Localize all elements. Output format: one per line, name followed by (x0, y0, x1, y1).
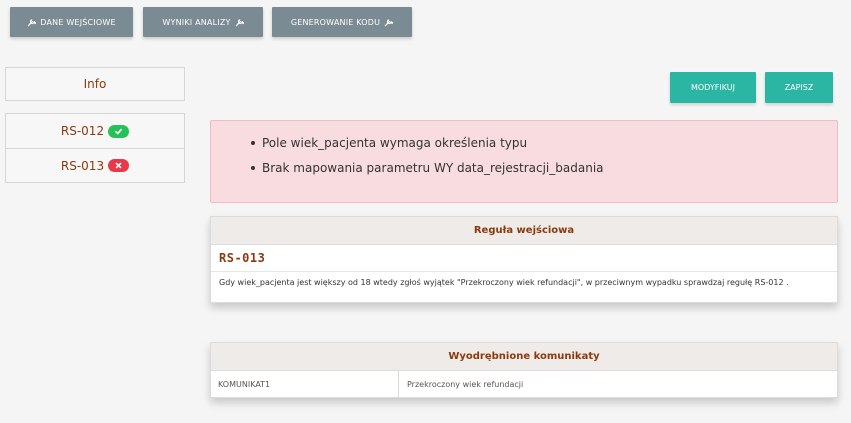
rule-item-rs-013[interactable]: RS-013 (6, 148, 184, 182)
rule-description: Gdy wiek_pacjenta jest większy od 18 wte… (219, 278, 789, 287)
input-data-button[interactable]: DANE WEJŚCIOWE (10, 7, 133, 37)
wrench-icon (27, 18, 37, 27)
wrench-icon (384, 18, 394, 27)
analysis-results-button[interactable]: WYNIKI ANALIZY (143, 7, 263, 37)
rule-item-label: RS-012 (60, 124, 105, 138)
wrench-icon (235, 18, 244, 27)
x-icon (108, 159, 130, 172)
error-item: Pole wiek_pacjenta wymaga określenia typ… (247, 135, 837, 160)
input-rule-panel-title: Reguła wejściowa (211, 217, 837, 245)
rule-name: RS-013 (211, 245, 837, 272)
panel-title-text: Reguła wejściowa (473, 225, 575, 236)
table-row: KOMUNIKAT1 Przekroczony wiek refundacji (211, 371, 837, 397)
save-button[interactable]: ZAPISZ (765, 72, 833, 103)
rule-item-rs-012[interactable]: RS-012 (6, 114, 184, 148)
extracted-messages-panel: Wyodrębnione komunikaty KOMUNIKAT1 Przek… (210, 342, 838, 398)
message-key: KOMUNIKAT1 (211, 371, 399, 397)
save-button-label: ZAPISZ (784, 83, 814, 92)
error-alert: Pole wiek_pacjenta wymaga określenia typ… (210, 120, 838, 203)
code-generation-label: GENEROWANIE KODU (290, 17, 381, 27)
error-item: Brak mapowania parametru WY data_rejestr… (247, 160, 837, 185)
analysis-results-label: WYNIKI ANALIZY (162, 17, 231, 27)
input-data-label: DANE WEJŚCIOWE (40, 17, 116, 27)
info-header: Info (5, 67, 185, 101)
message-value: Przekroczony wiek refundacji (407, 379, 524, 389)
error-list: Pole wiek_pacjenta wymaga określenia typ… (247, 135, 837, 185)
modify-button[interactable]: MODYFIKUJ (670, 72, 756, 103)
extracted-messages-panel-title: Wyodrębnione komunikaty (211, 343, 837, 371)
rule-item-label: RS-013 (60, 158, 105, 173)
panel-title-text: Wyodrębnione komunikaty (448, 351, 600, 362)
check-icon (108, 124, 130, 138)
info-header-label: Info (83, 77, 107, 91)
code-generation-button[interactable]: GENEROWANIE KODU (272, 7, 412, 37)
rule-list: RS-012 RS-013 (5, 113, 185, 183)
input-rule-panel: Reguła wejściowa RS-013 Gdy wiek_pacjent… (210, 216, 838, 303)
modify-button-label: MODYFIKUJ (690, 83, 735, 92)
